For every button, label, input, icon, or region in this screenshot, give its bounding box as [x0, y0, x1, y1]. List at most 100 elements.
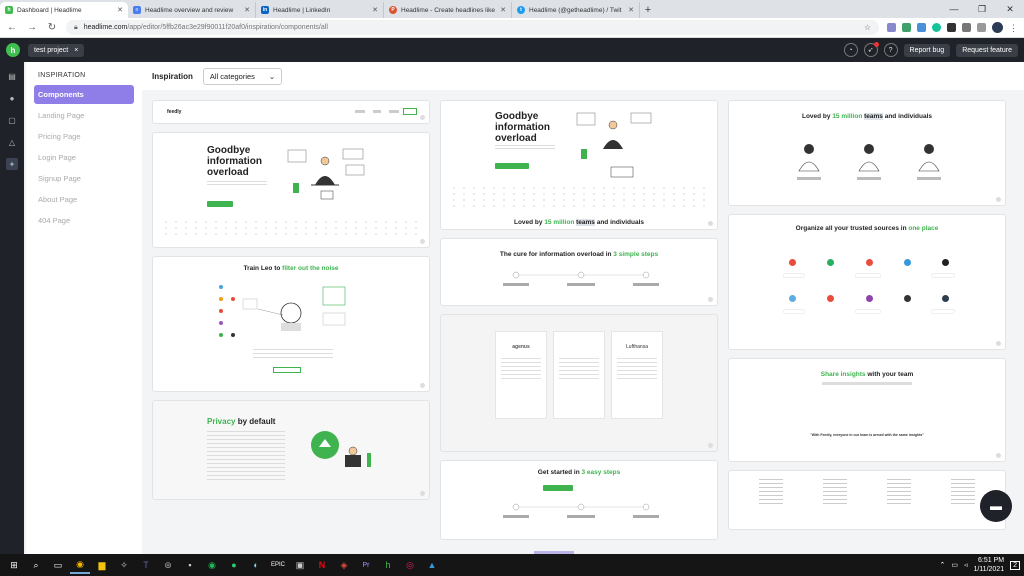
project-tab[interactable]: test project × — [28, 43, 85, 57]
browser-tab[interactable]: ≡ Headlime overview and review ✕ — [128, 2, 256, 18]
component-card-hero[interactable]: Goodbye information overload — [152, 132, 430, 248]
premiere-icon[interactable]: Pr — [356, 556, 376, 574]
user-icon[interactable]: ● — [6, 92, 18, 104]
windows-start-icon[interactable]: ⊞ — [4, 556, 24, 574]
search-icon[interactable]: ⌕ — [26, 556, 46, 574]
component-card-steps[interactable]: The cure for information overload in 3 s… — [440, 238, 718, 306]
url-input[interactable]: 🔒︎ headlime.com/app/editor/5ffb26ac3e29f… — [66, 20, 879, 35]
app-icon[interactable]: ◎ — [400, 556, 420, 574]
component-card-get-started[interactable]: Get started in 3 easy steps — [440, 460, 718, 540]
new-tab-button[interactable]: + — [640, 2, 656, 18]
help-icon[interactable]: ? — [883, 43, 898, 57]
extension-icon[interactable] — [902, 23, 911, 32]
url-path: /app/editor/5ffb26ac3e29f90011f20af0/ins… — [127, 24, 328, 31]
chat-widget-button[interactable]: ▬ — [980, 490, 1012, 522]
document-icon[interactable]: ▢ — [6, 114, 18, 126]
loved-title-suffix: and individuals — [594, 219, 645, 226]
epic-icon[interactable]: EPIC — [268, 556, 288, 574]
close-icon[interactable]: ✕ — [117, 6, 123, 14]
restore-icon[interactable]: ❐ — [968, 0, 996, 18]
sidebar-item-login-page[interactable]: Login Page — [34, 148, 134, 167]
close-window-icon[interactable]: ✕ — [996, 0, 1024, 18]
clock[interactable]: 6:51 PM 1/11/2021 — [973, 556, 1004, 574]
app-icon[interactable]: h — [378, 556, 398, 574]
puzzle-icon[interactable] — [962, 23, 971, 32]
file-explorer-icon[interactable]: ▆ — [92, 556, 112, 574]
app-icon[interactable]: ▪ — [180, 556, 200, 574]
warning-icon[interactable]: △ — [6, 136, 18, 148]
app-icon[interactable]: ▣ — [290, 556, 310, 574]
reload-icon[interactable]: ↻ — [46, 22, 58, 33]
steam-icon[interactable]: ⊛ — [158, 556, 178, 574]
youtube-icon — [789, 259, 796, 266]
component-card-navbar[interactable]: feedly — [152, 100, 430, 124]
chat-icon[interactable]: ◔ — [843, 43, 858, 57]
loved-illustration — [797, 144, 941, 180]
close-icon[interactable]: ✕ — [372, 6, 378, 14]
browser-tab[interactable]: P Headlime - Create headlines like ✕ — [384, 2, 512, 18]
star-icon[interactable]: ☆ — [864, 23, 871, 32]
avatar[interactable] — [992, 22, 1003, 33]
loved-title: Loved by 15 million teams and individual… — [729, 113, 1005, 120]
features-illustration — [219, 285, 346, 337]
sidebar-item-pricing-page[interactable]: Pricing Page — [34, 127, 134, 146]
component-card-share[interactable]: Share insights with your team "With Feed… — [728, 358, 1006, 462]
notification-icon[interactable]: 2 — [1010, 560, 1020, 570]
netflix-icon[interactable]: N — [312, 556, 332, 574]
browser-tab[interactable]: h Dashboard | Headlime ✕ — [0, 2, 128, 18]
component-card-features[interactable]: Train Leo to filter out the noise — [152, 256, 430, 392]
close-icon[interactable]: ✕ — [628, 6, 634, 14]
close-icon[interactable]: × — [74, 47, 78, 54]
sidebar-item-404-page[interactable]: 404 Page — [34, 211, 134, 230]
sidebar-item-about-page[interactable]: About Page — [34, 190, 134, 209]
footer-column-placeholder — [951, 479, 975, 507]
sidebar-item-landing-page[interactable]: Landing Page — [34, 106, 134, 125]
sidebar-item-signup-page[interactable]: Signup Page — [34, 169, 134, 188]
volume-icon[interactable]: ◃ — [964, 561, 968, 569]
component-card-testimonials[interactable]: agenus Lufthansa — [440, 314, 718, 452]
component-card-sources[interactable]: Organize all your trusted sources in one… — [728, 214, 1006, 350]
app-icon[interactable]: ● — [224, 556, 244, 574]
task-view-icon[interactable]: ▭ — [48, 556, 68, 574]
extension-icon[interactable] — [917, 23, 926, 32]
app-icon[interactable]: ◈ — [334, 556, 354, 574]
headlime-logo[interactable]: h — [6, 43, 20, 57]
forward-icon[interactable]: → — [26, 22, 38, 33]
extension-icon[interactable] — [887, 23, 896, 32]
browser-tab[interactable]: t Headlime (@getheadlime) / Twit ✕ — [512, 2, 640, 18]
notification-dot — [873, 42, 879, 47]
app-icon[interactable]: ▲ — [422, 556, 442, 574]
source-icon — [827, 295, 835, 302]
sources-title-text: Organize all your trusted sources in — [795, 225, 909, 232]
app-icon[interactable]: ✧ — [114, 556, 134, 574]
category-select[interactable]: All categories ⌄ — [202, 67, 283, 85]
report-bug-button[interactable]: Report bug — [903, 43, 951, 57]
media-icon[interactable] — [977, 23, 986, 32]
nav-link-placeholder — [355, 110, 365, 113]
folders-icon[interactable]: ▤ — [6, 70, 18, 82]
grammarly-icon[interactable] — [932, 23, 941, 32]
spotify-icon[interactable]: ◉ — [202, 556, 222, 574]
app-icon[interactable]: ◐ — [246, 556, 266, 574]
component-card-privacy[interactable]: Privacy by default — [152, 400, 430, 500]
component-card-footer[interactable] — [728, 470, 1006, 530]
loved-title-teams: teams — [576, 219, 595, 226]
browser-tab[interactable]: in Headlime | LinkedIn ✕ — [256, 2, 384, 18]
back-icon[interactable]: ← — [6, 22, 18, 33]
hero-text-placeholder — [207, 181, 267, 187]
tray-chevron-icon[interactable]: ⌃ — [939, 561, 945, 569]
request-feature-button[interactable]: Request feature — [956, 43, 1018, 57]
close-icon[interactable]: ✕ — [244, 6, 250, 14]
network-icon[interactable]: ▭ — [951, 561, 958, 569]
chrome-icon[interactable]: ◉ — [70, 556, 90, 574]
menu-icon[interactable]: ⋮ — [1009, 23, 1018, 33]
minimize-icon[interactable]: — — [940, 0, 968, 18]
component-card-hero-loved[interactable]: Goodbye information overload Loved by 15… — [440, 100, 718, 230]
close-icon[interactable]: ✕ — [500, 6, 506, 14]
inspiration-icon[interactable]: ✦ — [6, 158, 18, 170]
extension-icon[interactable] — [947, 23, 956, 32]
sidebar-item-components[interactable]: Components — [34, 85, 134, 104]
teams-icon[interactable]: T — [136, 556, 156, 574]
component-card-loved[interactable]: Loved by 15 million teams and individual… — [728, 100, 1006, 206]
rocket-icon[interactable]: ➶ — [863, 42, 879, 57]
